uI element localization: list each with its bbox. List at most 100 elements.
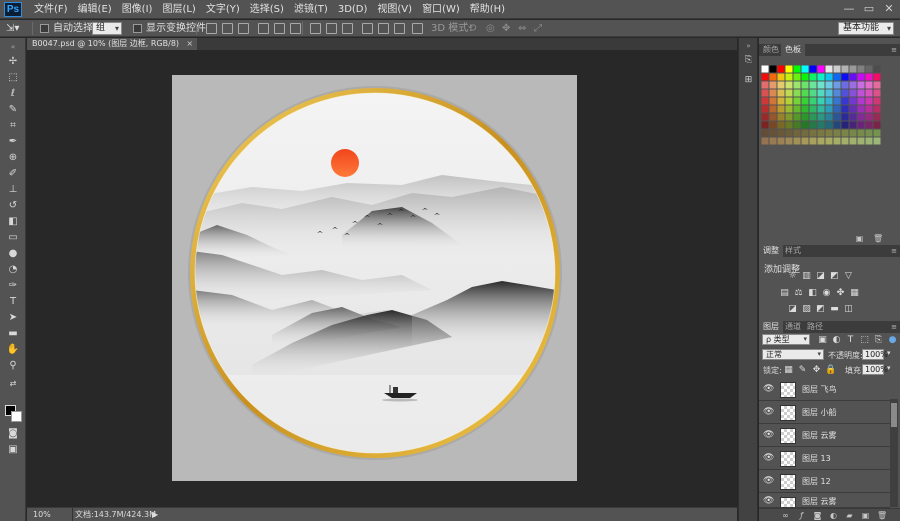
color-swatch[interactable] xyxy=(865,73,873,81)
color-swatch[interactable] xyxy=(809,97,817,105)
color-swatch[interactable] xyxy=(769,97,777,105)
brush-tool-icon[interactable]: ✐ xyxy=(6,167,20,181)
color-swatch[interactable] xyxy=(857,65,865,73)
layer-style-icon[interactable]: ƒ xyxy=(797,511,806,520)
type-tool-icon[interactable]: T xyxy=(6,295,20,309)
zoom-level[interactable]: 10% xyxy=(33,508,51,521)
new-swatch-icon[interactable]: ▣ xyxy=(855,234,864,243)
color-swatch[interactable] xyxy=(857,89,865,97)
color-swatch[interactable] xyxy=(793,105,801,113)
photo-filter-icon[interactable]: ◉ xyxy=(821,288,832,298)
color-swatch[interactable] xyxy=(801,81,809,89)
color-swatch[interactable] xyxy=(801,113,809,121)
color-swatch[interactable] xyxy=(777,89,785,97)
screen-mode-icon[interactable]: ▣ xyxy=(6,443,20,457)
3d-slide-icon[interactable]: ⇔ xyxy=(518,20,526,37)
posterize-icon[interactable]: ▨ xyxy=(801,304,812,314)
color-swatch[interactable] xyxy=(865,137,873,145)
filter-pixel-icon[interactable]: ▣ xyxy=(817,335,828,345)
color-swatch[interactable] xyxy=(857,121,865,129)
color-swatch[interactable] xyxy=(841,121,849,129)
color-swatch[interactable] xyxy=(873,121,881,129)
color-swatch[interactable] xyxy=(801,73,809,81)
levels-icon[interactable]: ▥ xyxy=(801,271,812,281)
eraser-tool-icon[interactable]: ◧ xyxy=(6,215,20,229)
color-swatch[interactable] xyxy=(865,65,873,73)
color-swatch[interactable] xyxy=(873,65,881,73)
threshold-icon[interactable]: ◩ xyxy=(815,304,826,314)
color-swatch[interactable] xyxy=(833,121,841,129)
color-swatch[interactable] xyxy=(777,121,785,129)
color-swatch[interactable] xyxy=(785,137,793,145)
new-layer-icon[interactable]: ▣ xyxy=(861,511,870,520)
distribute-bottom-icon[interactable] xyxy=(342,23,353,34)
color-swatch[interactable] xyxy=(777,81,785,89)
color-swatch[interactable] xyxy=(849,113,857,121)
exposure-icon[interactable]: ◩ xyxy=(829,271,840,281)
brightness-contrast-icon[interactable]: ☼ xyxy=(787,271,798,281)
color-swatch[interactable] xyxy=(793,65,801,73)
swap-colors-icon[interactable]: ⇄ xyxy=(6,377,20,391)
layer-filter-kind[interactable]: ρ 类型 xyxy=(762,334,810,345)
path-select-tool-icon[interactable]: ➤ xyxy=(6,311,20,325)
panel-menu-icon[interactable]: ≡ xyxy=(891,44,897,56)
color-swatch[interactable] xyxy=(857,81,865,89)
add-mask-icon[interactable]: ◙ xyxy=(813,511,822,520)
color-swatch[interactable] xyxy=(817,129,825,137)
color-swatch[interactable] xyxy=(865,97,873,105)
color-swatch[interactable] xyxy=(761,137,769,145)
auto-select-checkbox[interactable] xyxy=(40,24,49,33)
color-swatch[interactable] xyxy=(857,97,865,105)
color-swatch[interactable] xyxy=(761,73,769,81)
black-white-icon[interactable]: ◧ xyxy=(807,288,818,298)
tab-adjustments[interactable]: 调整 xyxy=(759,245,783,257)
color-swatch[interactable] xyxy=(825,89,833,97)
filter-shape-icon[interactable]: ⬚ xyxy=(859,335,870,345)
color-swatch[interactable] xyxy=(793,73,801,81)
distribute-top-icon[interactable] xyxy=(310,23,321,34)
delete-swatch-icon[interactable]: 🗑 xyxy=(873,234,883,243)
fill-input[interactable]: 100% xyxy=(862,364,888,375)
visibility-eye-icon[interactable]: 👁 xyxy=(763,497,774,506)
color-swatch[interactable] xyxy=(761,121,769,129)
color-swatch[interactable] xyxy=(809,81,817,89)
menu-layer[interactable]: 图层(L) xyxy=(158,0,199,19)
color-swatch[interactable] xyxy=(833,65,841,73)
workspace-dropdown[interactable]: 基本功能 xyxy=(838,22,894,35)
status-menu-arrow-icon[interactable]: ▶ xyxy=(152,508,158,521)
history-brush-tool-icon[interactable]: ↺ xyxy=(6,199,20,213)
layer-row[interactable]: 👁 图层 云雾 xyxy=(759,494,890,508)
color-swatch[interactable] xyxy=(801,105,809,113)
color-swatch[interactable] xyxy=(769,113,777,121)
show-transform-checkbox[interactable] xyxy=(133,24,142,33)
color-swatch[interactable] xyxy=(873,129,881,137)
eyedropper-tool-icon[interactable]: ✒ xyxy=(6,135,20,149)
color-swatch[interactable] xyxy=(801,137,809,145)
visibility-eye-icon[interactable]: 👁 xyxy=(763,477,774,486)
color-swatch[interactable] xyxy=(793,121,801,129)
color-swatch[interactable] xyxy=(801,65,809,73)
color-swatch[interactable] xyxy=(761,105,769,113)
layer-row[interactable]: 👁 图层 小船 xyxy=(759,402,890,424)
auto-select-dropdown[interactable]: 组 xyxy=(92,22,122,35)
layers-scroll-thumb[interactable] xyxy=(891,403,897,427)
color-swatch[interactable] xyxy=(793,81,801,89)
color-swatch[interactable] xyxy=(825,121,833,129)
color-swatch[interactable] xyxy=(833,105,841,113)
new-adjustment-icon[interactable]: ◐ xyxy=(829,511,838,520)
menu-filter[interactable]: 滤镜(T) xyxy=(290,0,332,19)
visibility-eye-icon[interactable]: 👁 xyxy=(763,408,774,417)
blur-tool-icon[interactable]: ● xyxy=(6,247,20,261)
color-swatch[interactable] xyxy=(825,65,833,73)
tab-styles[interactable]: 样式 xyxy=(781,245,805,257)
layer-row[interactable]: 👁 图层 12 xyxy=(759,471,890,493)
color-swatch[interactable] xyxy=(841,113,849,121)
quick-mask-icon[interactable]: ◙ xyxy=(6,427,20,441)
color-swatch[interactable] xyxy=(865,129,873,137)
new-group-icon[interactable]: ▰ xyxy=(845,511,854,520)
hue-saturation-icon[interactable]: ▤ xyxy=(779,288,790,298)
tab-channels[interactable]: 通道 xyxy=(781,321,805,333)
restore-button[interactable]: ▭ xyxy=(862,2,876,16)
layers-scrollbar[interactable] xyxy=(890,399,898,507)
lock-transparent-icon[interactable]: ▦ xyxy=(783,365,794,375)
